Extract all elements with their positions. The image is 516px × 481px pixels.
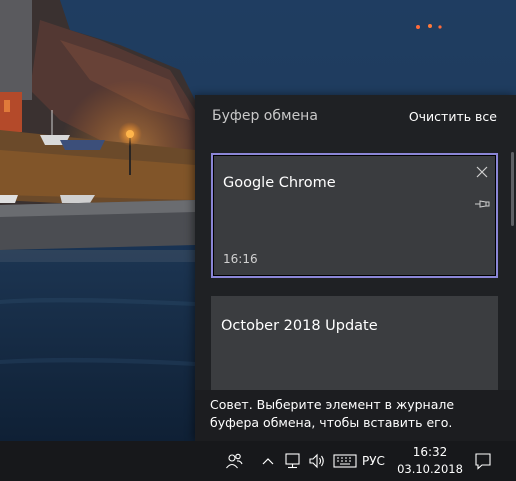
people-icon[interactable] bbox=[222, 441, 246, 481]
close-icon[interactable] bbox=[474, 164, 490, 180]
clipboard-item-text: October 2018 Update bbox=[221, 318, 378, 334]
keyboard-icon[interactable] bbox=[332, 441, 358, 481]
input-language[interactable]: РУС bbox=[362, 441, 385, 481]
notification-icon[interactable] bbox=[472, 441, 494, 481]
clipboard-history-list: Google Chrome 16:16 October 2018 Update bbox=[195, 150, 516, 390]
scrollbar[interactable] bbox=[511, 152, 514, 226]
clipboard-header: Буфер обмена Очистить все bbox=[195, 95, 516, 139]
taskbar-clock[interactable]: 16:32 03.10.2018 bbox=[392, 444, 468, 478]
tip-text: Совет. Выберите элемент в журнале буфера… bbox=[210, 397, 455, 430]
clipboard-item-text: Google Chrome bbox=[223, 175, 336, 191]
clear-all-button[interactable]: Очистить все bbox=[409, 109, 497, 124]
clipboard-tip: Совет. Выберите элемент в журнале буфера… bbox=[195, 390, 516, 441]
taskbar: РУС 16:32 03.10.2018 bbox=[0, 441, 516, 481]
clipboard-item-time: 16:16 bbox=[223, 252, 258, 266]
clipboard-item[interactable]: October 2018 Update bbox=[211, 296, 498, 390]
clipboard-title: Буфер обмена bbox=[212, 108, 318, 124]
pin-icon[interactable] bbox=[474, 195, 490, 208]
clipboard-item[interactable]: Google Chrome 16:16 bbox=[211, 153, 498, 278]
network-icon[interactable] bbox=[283, 441, 303, 481]
clock-date: 03.10.2018 bbox=[397, 462, 463, 476]
clipboard-flyout: Буфер обмена Очистить все Google Chrome … bbox=[195, 95, 516, 441]
clock-time: 16:32 bbox=[412, 445, 448, 459]
volume-icon[interactable] bbox=[307, 441, 327, 481]
chevron-up-icon[interactable] bbox=[260, 441, 276, 481]
